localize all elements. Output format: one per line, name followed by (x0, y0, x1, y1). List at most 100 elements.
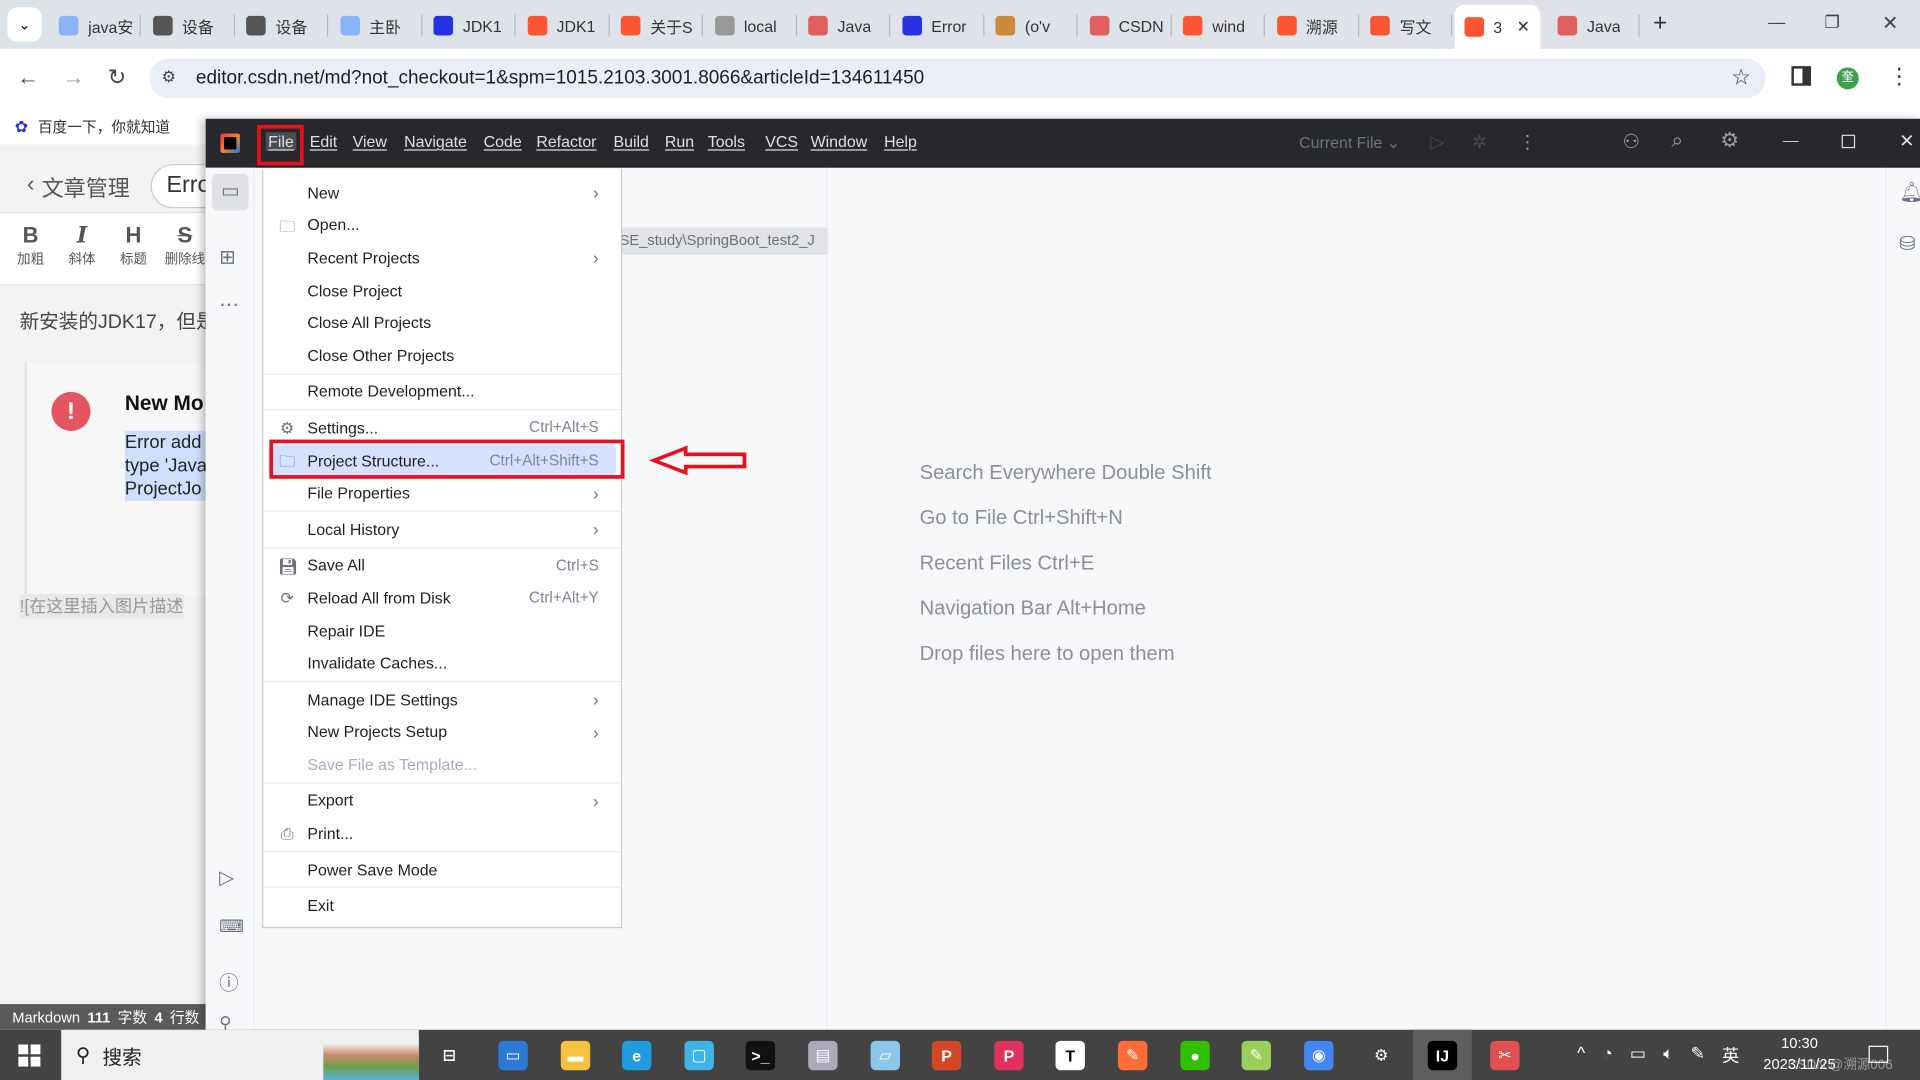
menu-tools[interactable]: Tools (708, 132, 745, 150)
minimize-window-button[interactable]: — (1768, 12, 1785, 32)
volume-icon[interactable]: 🔈︎ (1663, 1043, 1673, 1067)
menu-window[interactable]: Window (811, 132, 868, 150)
menu-vcs[interactable]: VCS (765, 132, 798, 150)
format-button[interactable]: I 斜体 (59, 223, 106, 268)
project-tool-icon[interactable]: ▭ (211, 173, 249, 211)
taskbar-search-box[interactable]: ⚲ 搜索 (61, 1029, 419, 1080)
terminal-icon[interactable]: ⌨ (219, 916, 244, 937)
browser-tab[interactable]: JDK1 (517, 7, 600, 44)
menu-item-export[interactable]: Export › (268, 785, 616, 818)
ide-close-button[interactable]: ✕ (1899, 130, 1914, 152)
bookmark-baidu[interactable]: ✿ 百度一下，你就知道 (15, 116, 170, 137)
site-info-icon[interactable]: ⚙ (162, 67, 176, 87)
menu-item-close-project[interactable]: Close Project (268, 274, 616, 307)
menu-item-new-projects-setup[interactable]: New Projects Setup › (268, 716, 616, 749)
format-button[interactable]: B 加粗 (7, 223, 54, 268)
battery-icon[interactable]: ▭ (1630, 1043, 1646, 1067)
back-button[interactable]: ← (17, 65, 39, 91)
browser-tab[interactable]: JDK1 (424, 7, 507, 44)
menu-item-file-properties[interactable]: File Properties › (268, 477, 616, 510)
menu-item-recent-projects[interactable]: Recent Projects › (268, 241, 616, 274)
menu-item-new[interactable]: New › (268, 176, 616, 209)
tab-close-icon[interactable]: ✕ (1517, 17, 1530, 37)
menu-item-print[interactable]: ⎙ Print... (268, 817, 616, 850)
services-icon[interactable]: ▷ (219, 866, 234, 890)
format-button[interactable]: S 删除线 (162, 223, 209, 268)
browser-tab[interactable]: CSDN (1079, 7, 1163, 44)
browser-tab[interactable]: 写文 (1360, 7, 1443, 44)
restore-window-button[interactable]: ❐ (1824, 12, 1839, 33)
browser-tab[interactable]: 设备 (236, 7, 319, 44)
file-explorer-icon[interactable]: ▬ (560, 1040, 591, 1071)
typora-icon[interactable]: T (1055, 1040, 1085, 1071)
reload-button[interactable]: ↻ (108, 65, 126, 91)
menu-item-power-save-mode[interactable]: Power Save Mode (268, 853, 616, 886)
ide-settings-icon[interactable]: ⚙ (1720, 129, 1739, 153)
menu-help[interactable]: Help (884, 132, 917, 150)
menu-item-reload-all-from-disk[interactable]: ⟳ Reload All from Disk Ctrl+Alt+Y (268, 582, 616, 615)
browser-tab[interactable]: 设备 (143, 7, 226, 44)
browser-tab[interactable]: Error (892, 7, 975, 44)
start-button[interactable] (18, 1044, 41, 1067)
notepad-icon[interactable]: ▱ (870, 1040, 901, 1071)
browser-tab[interactable]: local (705, 7, 788, 44)
show-hidden-icons[interactable]: ^ (1577, 1043, 1585, 1067)
structure-tool-icon[interactable]: ⊞ (219, 245, 235, 269)
menu-item-manage-ide-settings[interactable]: Manage IDE Settings › (268, 683, 616, 716)
notification-center-icon[interactable] (1868, 1045, 1889, 1063)
wechat-icon[interactable]: ● (1180, 1040, 1210, 1071)
menu-refactor[interactable]: Refactor (536, 132, 596, 150)
postman-icon[interactable]: ✎ (1117, 1040, 1148, 1071)
remote-desktop-icon[interactable]: ▭ (498, 1040, 528, 1071)
code-with-me-icon[interactable]: ⚇ (1622, 130, 1640, 154)
more-actions-icon[interactable]: ⋮ (1518, 131, 1536, 153)
browser-tab[interactable]: 主卧 (330, 7, 413, 44)
problems-icon[interactable]: ⓘ (219, 966, 239, 995)
pen-icon[interactable]: ✎ (1691, 1043, 1705, 1067)
menu-edit[interactable]: Edit (310, 132, 337, 150)
browser-tab[interactable]: 关于S (611, 7, 694, 44)
menu-item-local-history[interactable]: Local History › (268, 513, 616, 546)
back-to-article-management[interactable]: ‹ 文章管理 (27, 171, 130, 203)
side-panel-icon[interactable] (1791, 66, 1812, 86)
menu-code[interactable]: Code (484, 132, 522, 150)
menu-navigate[interactable]: Navigate (404, 132, 467, 150)
menu-build[interactable]: Build (613, 132, 648, 150)
settings-icon[interactable]: ⚙ (1367, 1041, 1396, 1070)
task-view-icon[interactable]: ⊟ (435, 1041, 464, 1070)
menu-item-save-all[interactable]: 💾︎ Save All Ctrl+S (268, 549, 616, 582)
edge-icon[interactable]: e (622, 1040, 652, 1071)
debug-icon[interactable]: ✲ (1472, 131, 1487, 153)
browser-tab[interactable]: java安 (49, 7, 132, 44)
menu-item-repair-ide[interactable]: Repair IDE (268, 614, 616, 647)
tab-search-button[interactable]: ⌄ (7, 7, 42, 42)
intellij-idea-icon[interactable]: IJ (1427, 1040, 1458, 1071)
project-path-row[interactable]: SE_study\SpringBoot_test2_J (609, 227, 828, 255)
browser-tab[interactable]: Java (1548, 7, 1631, 44)
notepad-plus-icon[interactable]: ✎ (1241, 1040, 1272, 1071)
menu-item-close-all-projects[interactable]: Close All Projects (268, 307, 616, 340)
format-button[interactable]: H 标题 (110, 223, 157, 268)
ime-indicator[interactable]: 英 (1722, 1043, 1739, 1067)
bilibili-icon[interactable]: ▢ (684, 1040, 714, 1071)
browser-tab[interactable]: 溯源 (1267, 7, 1350, 44)
close-window-button[interactable]: ✕ (1882, 11, 1898, 35)
notifications-icon[interactable]: 🔔︎ (1899, 180, 1920, 204)
menu-item-close-other-projects[interactable]: Close Other Projects (268, 339, 616, 372)
browser-tab[interactable]: Java (798, 7, 881, 44)
menu-item-remote-development[interactable]: Remote Development... (268, 375, 616, 408)
powerpoint-icon[interactable]: P (931, 1040, 962, 1071)
browser-tab[interactable]: (o'v (986, 7, 1069, 44)
address-bar[interactable]: ⚙ editor.csdn.net/md?not_checkout=1&spm=… (149, 58, 1766, 98)
snipping-tool-icon[interactable]: ✂ (1490, 1040, 1520, 1071)
ide-maximize-button[interactable] (1841, 134, 1856, 149)
browser-tab[interactable]: 3 ✕ (1454, 4, 1540, 49)
menu-view[interactable]: View (353, 132, 387, 150)
run-config-selector[interactable]: Current File ⌄ (1299, 133, 1400, 153)
run-icon[interactable]: ▷ (1430, 131, 1444, 153)
browser-menu-icon[interactable]: ⋮ (1888, 64, 1910, 90)
terminal-icon[interactable]: >_ (745, 1040, 776, 1071)
wps-pdf-icon[interactable]: P (994, 1040, 1024, 1071)
chrome-icon[interactable]: ◉ (1304, 1040, 1334, 1071)
bookmark-star-icon[interactable]: ☆ (1731, 65, 1751, 91)
